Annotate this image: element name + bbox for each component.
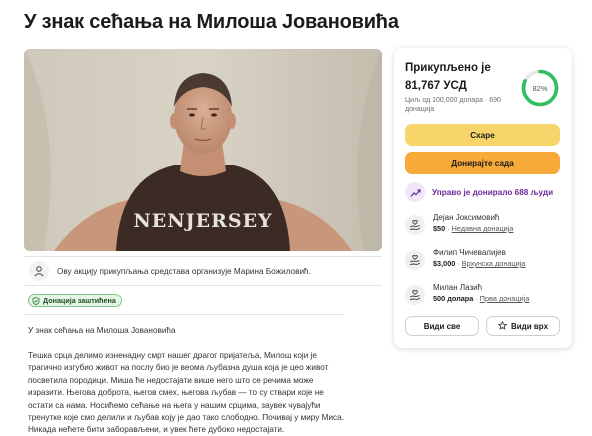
progress-ring: 82% — [520, 68, 560, 108]
goal-text: Циљ од 100,000 долара — [405, 97, 483, 104]
badge-label: Донација заштићена — [43, 296, 116, 305]
donation-hand-icon — [405, 250, 425, 270]
raised-amount: 81,767 УСД — [405, 80, 467, 92]
organizer-row: Ову акцију прикупљања средстава организу… — [24, 256, 382, 286]
donations-count: 690 — [489, 97, 501, 104]
donor-item: Дејан Јоксимовић $50 · Недавна донација — [405, 212, 513, 235]
shirt-print-text: NENJERSEY — [133, 210, 272, 232]
donations-label: донација — [405, 106, 435, 114]
goal-line: Циљ од 100,000 долара · 690 донација — [405, 97, 501, 114]
story-heading: У знак сећања на Милоша Јовановића — [28, 326, 176, 335]
donate-button[interactable]: Донирајте сада — [405, 152, 560, 174]
story-body: Тешка срца делимо изненадну смрт нашег д… — [28, 351, 344, 435]
content-divider — [24, 314, 344, 315]
progress-percent: 82% — [532, 83, 548, 93]
donation-card: Прикупљено је 81,767 УСД Циљ од 100,000 … — [394, 48, 572, 348]
see-top-label: Види врх — [510, 321, 549, 331]
donor-amount: $3,000 — [433, 259, 456, 268]
portrait-image: NENJERSEY — [24, 49, 382, 251]
shield-icon — [32, 292, 40, 310]
see-all-button[interactable]: Види све — [405, 316, 479, 336]
organizer-text: Ову акцију прикупљања средстава организу… — [57, 266, 311, 276]
recent-donations-text: Управо је донирало 688 људи — [432, 187, 554, 197]
donor-item: Филип Чичевалијев $3,000 · Врхунска донаци… — [405, 247, 525, 270]
donation-protected-badge[interactable]: Донација заштићена — [28, 294, 122, 307]
donor-amount: 500 долара — [433, 294, 474, 303]
donor-name: Милан Лазић — [433, 283, 483, 292]
page-title: У знак сећања на Милоша Јовановића — [24, 11, 399, 33]
donor-name: Филип Чичевалијев — [433, 248, 506, 257]
donor-amount: $50 — [433, 224, 446, 233]
donor-name: Дејан Јоксимовић — [433, 213, 500, 222]
donation-hand-icon — [405, 285, 425, 305]
donor-tag[interactable]: Недавна донација — [452, 224, 514, 233]
star-icon — [497, 320, 508, 332]
recent-donations-row[interactable]: Управо је донирало 688 људи — [405, 182, 553, 202]
see-all-label: Види све — [423, 321, 461, 331]
see-top-button[interactable]: Види врх — [486, 316, 560, 336]
trending-up-icon — [405, 182, 425, 202]
donor-tag[interactable]: Прва донација — [480, 294, 530, 303]
donor-item: Милан Лазић 500 долара · Прва донација — [405, 282, 529, 305]
person-icon — [29, 261, 49, 281]
fundraiser-photo: NENJERSEY — [24, 49, 382, 251]
donation-hand-icon — [405, 215, 425, 235]
raised-label: Прикупљено је — [405, 62, 491, 74]
donor-tag[interactable]: Врхунска донација — [462, 259, 526, 268]
share-button[interactable]: Схаре — [405, 124, 560, 146]
